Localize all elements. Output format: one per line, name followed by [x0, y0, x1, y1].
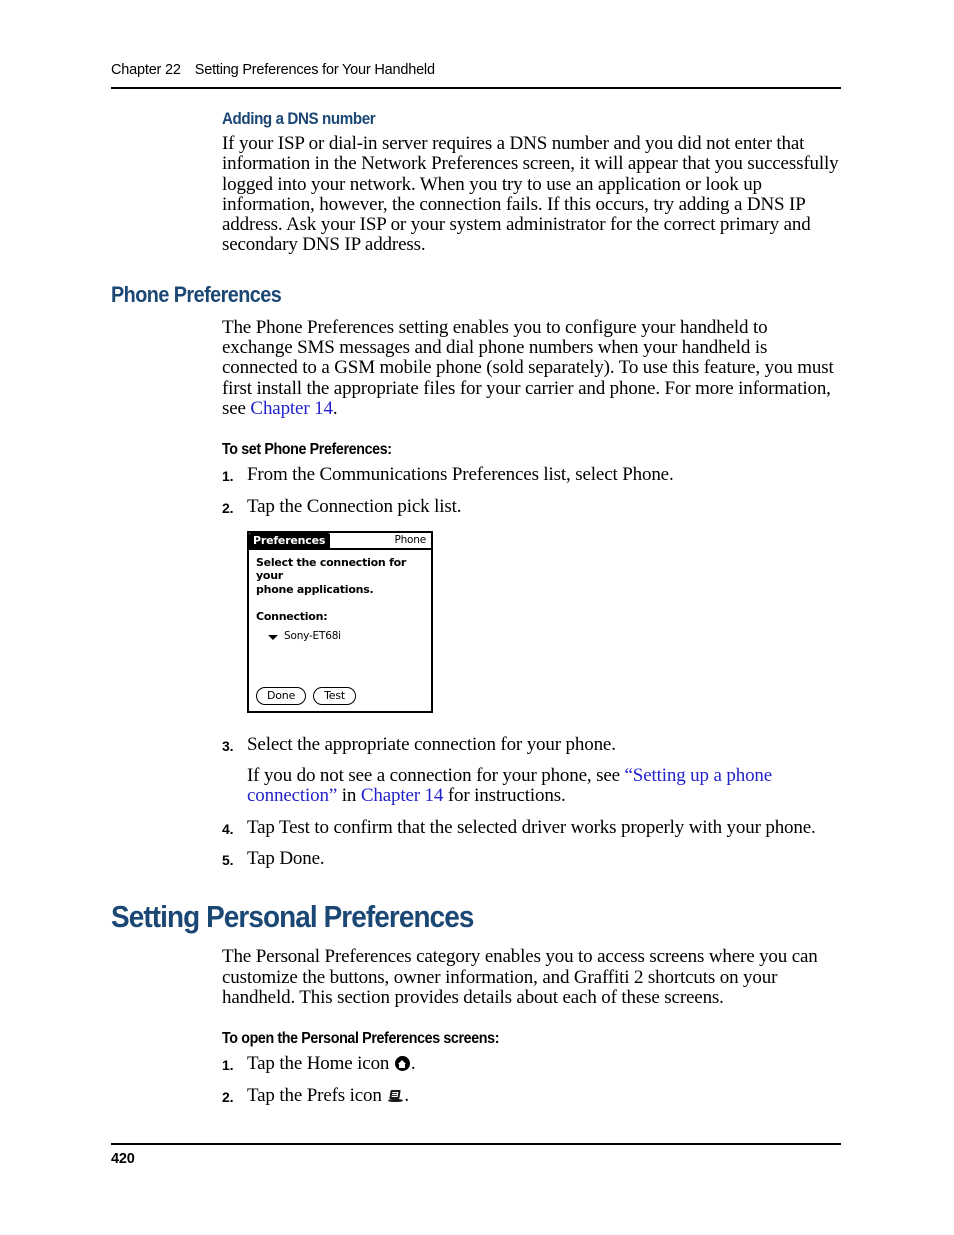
header-divider-rule: [111, 87, 841, 89]
prefs-icon: [387, 1090, 403, 1103]
step-number-4: 4.: [222, 820, 234, 837]
pda-title-bar: Preferences Phone: [249, 532, 431, 550]
steps-list-phone-preferences: 1. From the Communications Preferences l…: [222, 465, 841, 517]
step-number-prefs: 2.: [222, 1088, 234, 1105]
step-text-home-before: Tap the Home icon: [247, 1053, 394, 1075]
step-3-note: If you do not see a connection for your …: [247, 765, 841, 807]
running-header: Chapter 22 Setting Preferences for Your …: [111, 62, 841, 78]
header-chapter-number: Chapter 22: [111, 62, 181, 78]
steps-list-personal-preferences: 1. Tap the Home icon . 2. Tap the Prefs …: [222, 1054, 841, 1106]
pda-connection-pick-list[interactable]: Sony-ET68i: [268, 630, 424, 642]
step-text-2: Tap the Connection pick list.: [247, 495, 462, 517]
section-adding-dns-number: Adding a DNS number If your ISP or dial-…: [222, 110, 841, 256]
pda-instruction-line-1: Select the connection for your: [256, 555, 407, 583]
link-chapter-14-step3[interactable]: Chapter 14: [361, 785, 444, 806]
heading-to-set-phone-preferences: To set Phone Preferences:: [222, 441, 392, 459]
step-3-note-part-3: for instructions.: [443, 785, 566, 807]
pda-connection-value: Sony-ET68i: [284, 630, 341, 643]
step-text-prefs-after: .: [404, 1084, 409, 1106]
step-text-1: From the Communications Preferences list…: [247, 464, 674, 486]
pda-app-title-tab: Preferences: [249, 532, 331, 548]
paragraph-text-part-2: .: [332, 397, 338, 419]
step-text-prefs-before: Tap the Prefs icon: [247, 1084, 387, 1106]
document-page: Chapter 22 Setting Preferences for Your …: [0, 0, 954, 1235]
step-item-4: 4. Tap Test to confirm that the selected…: [222, 816, 841, 838]
step-item-2: 2. Tap the Connection pick list.: [222, 495, 841, 517]
pda-connection-label: Connection:: [256, 610, 328, 624]
step-item-1: 1. From the Communications Preferences l…: [222, 465, 841, 485]
home-icon: [394, 1056, 410, 1072]
step-item-3: 3. Select the appropriate connection for…: [222, 733, 841, 807]
heading-phone-preferences: Phone Preferences: [111, 281, 282, 307]
page-content: Adding a DNS number If your ISP or dial-…: [111, 110, 841, 1117]
step-3-note-part-2: in: [337, 785, 361, 807]
paragraph-phone-preferences: The Phone Preferences setting enables yo…: [222, 317, 841, 419]
heading-adding-a-dns-number: Adding a DNS number: [222, 110, 376, 128]
test-button[interactable]: Test: [313, 686, 357, 705]
paragraph-personal-preferences: The Personal Preferences category enable…: [222, 946, 818, 1008]
step-text-3: Select the appropriate connection for yo…: [247, 733, 616, 755]
pda-instruction-line-2: phone applications.: [256, 582, 374, 596]
pda-screen-name-label: Phone: [394, 533, 426, 546]
paragraph-adding-a-dns-number: If your ISP or dial-in server requires a…: [222, 133, 839, 256]
header-chapter-title: Setting Preferences for Your Handheld: [194, 62, 435, 78]
steps-list-phone-preferences-continued: 3. Select the appropriate connection for…: [222, 733, 841, 870]
step-text-5: Tap Done.: [247, 848, 325, 870]
step-3-note-part-1: If you do not see a connection for your …: [247, 765, 625, 787]
step-number-3: 3.: [222, 737, 234, 754]
step-item-home: 1. Tap the Home icon .: [222, 1054, 841, 1074]
heading-to-open-personal-preferences-screens: To open the Personal Preferences screens…: [222, 1030, 500, 1048]
step-number-1: 1.: [222, 468, 234, 485]
step-item-5: 5. Tap Done.: [222, 848, 841, 870]
link-chapter-14-intro[interactable]: Chapter 14: [250, 398, 333, 419]
step-number-5: 5.: [222, 852, 234, 869]
footer-divider-rule: [111, 1143, 841, 1145]
pda-screen-body: Select the connection for your phone app…: [249, 550, 431, 711]
figure-preferences-phone-screen: Preferences Phone Select the connection …: [247, 530, 433, 713]
section-setting-personal-preferences: Setting Personal Preferences The Persona…: [111, 899, 841, 1105]
step-number-home: 1.: [222, 1057, 234, 1074]
heading-setting-personal-preferences: Setting Personal Preferences: [111, 899, 474, 935]
step-item-prefs: 2. Tap the Prefs icon .: [222, 1084, 841, 1106]
done-button[interactable]: Done: [256, 686, 307, 705]
pda-button-row: Done Test: [256, 686, 357, 705]
step-text-home-after: .: [410, 1053, 416, 1075]
section-phone-preferences: Phone Preferences The Phone Preferences …: [111, 282, 841, 870]
step-number-2: 2.: [222, 499, 234, 516]
chevron-down-icon: [268, 634, 278, 640]
step-text-4: Tap Test to confirm that the selected dr…: [247, 816, 816, 838]
page-number: 420: [111, 1151, 135, 1167]
